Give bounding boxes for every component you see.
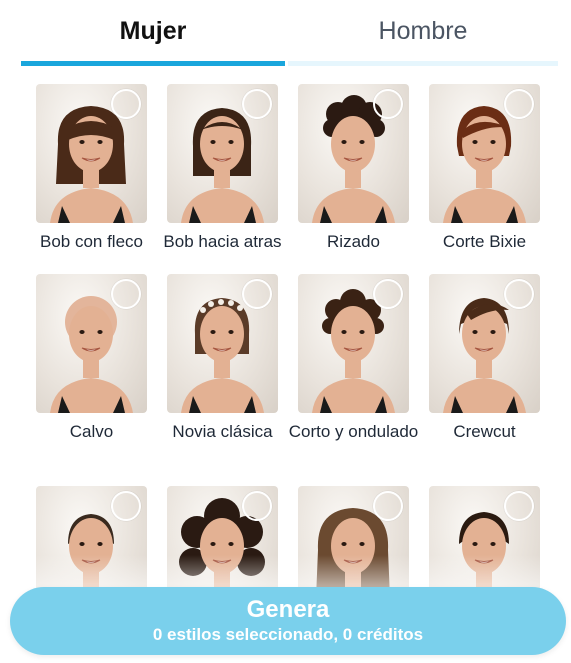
hairstyle-thumbnail[interactable] (36, 84, 147, 223)
hairstyle-label: Calvo (69, 422, 114, 441)
hairstyle-thumbnail[interactable] (298, 84, 409, 223)
select-circle-icon[interactable] (373, 279, 403, 309)
hairstyle-label: Bob con fleco (39, 232, 143, 251)
hairstyle-card[interactable]: Crewcut (429, 274, 540, 443)
hairstyle-card[interactable]: Rizado (298, 84, 409, 253)
select-circle-icon[interactable] (111, 491, 141, 521)
hairstyle-label: Rizado (327, 232, 380, 251)
select-circle-icon[interactable] (111, 279, 141, 309)
hairstyle-label: Corte Bixie (442, 232, 527, 251)
hairstyle-label: Novia clásica (172, 422, 273, 441)
hairstyle-card[interactable]: Bob hacia atras (163, 84, 282, 253)
hairstyle-thumbnail[interactable] (167, 84, 278, 223)
hairstyle-thumbnail[interactable] (429, 84, 540, 223)
hairstyle-card[interactable]: Bob con fleco (36, 84, 147, 253)
hairstyle-thumbnail[interactable] (36, 274, 147, 413)
select-circle-icon[interactable] (504, 491, 534, 521)
select-circle-icon[interactable] (373, 89, 403, 119)
hairstyle-card[interactable]: Corto y ondulado (289, 274, 418, 443)
hairstyle-card[interactable]: Calvo (36, 274, 147, 443)
hairstyle-card[interactable]: Novia clásica (167, 274, 278, 443)
select-circle-icon[interactable] (242, 279, 272, 309)
hairstyle-thumbnail[interactable] (167, 274, 278, 413)
select-circle-icon[interactable] (242, 89, 272, 119)
select-circle-icon[interactable] (242, 491, 272, 521)
hairstyle-thumbnail[interactable] (298, 274, 409, 413)
hairstyle-label: Bob hacia atras (163, 232, 282, 251)
hairstyle-thumbnail[interactable] (429, 274, 540, 413)
hairstyle-label: Crewcut (453, 422, 516, 441)
hairstyle-label: Corto y ondulado (288, 422, 419, 441)
select-circle-icon[interactable] (504, 89, 534, 119)
generate-title: Genera (246, 596, 330, 623)
generate-subtitle: 0 estilos seleccionado, 0 créditos (152, 625, 424, 644)
select-circle-icon[interactable] (373, 491, 403, 521)
select-circle-icon[interactable] (504, 279, 534, 309)
generate-button[interactable]: Genera 0 estilos seleccionado, 0 crédito… (10, 587, 566, 655)
hairstyle-card[interactable]: Corte Bixie (429, 84, 540, 253)
select-circle-icon[interactable] (111, 89, 141, 119)
